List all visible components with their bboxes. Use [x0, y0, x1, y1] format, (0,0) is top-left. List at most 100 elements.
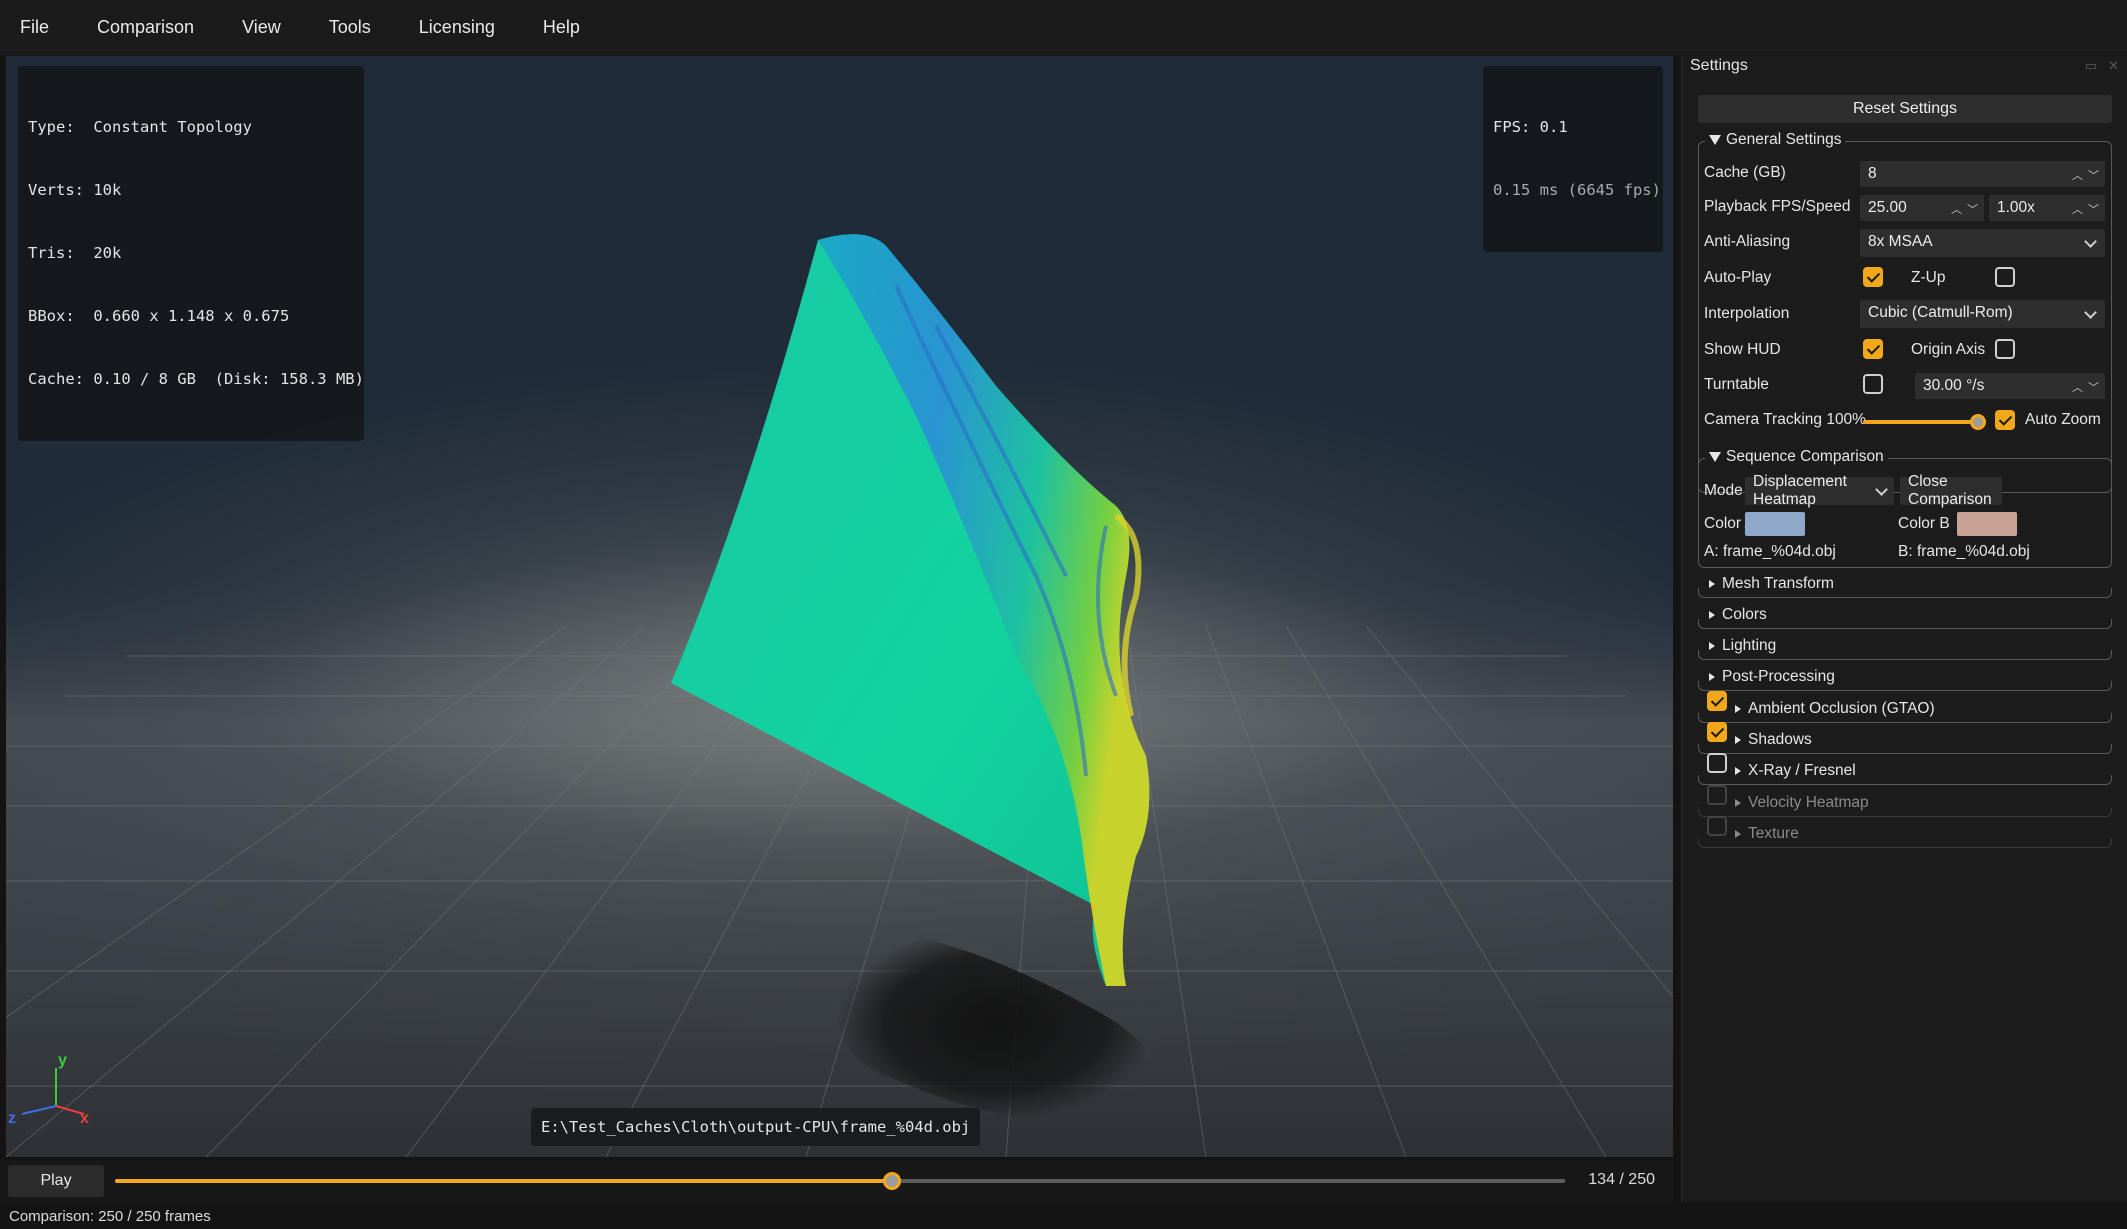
- close-icon[interactable]: ✕: [2108, 58, 2119, 74]
- timeline-handle[interactable]: [883, 1172, 902, 1190]
- zup-checkbox[interactable]: [1995, 267, 2015, 287]
- ao-header[interactable]: Ambient Occlusion (GTAO): [1731, 700, 1939, 718]
- axis-z-label: z: [8, 1110, 16, 1127]
- turntable-checkbox[interactable]: [1863, 374, 1883, 394]
- aa-select[interactable]: 8x MSAA: [1860, 229, 2105, 257]
- menu-help[interactable]: Help: [543, 17, 580, 38]
- chevron-down-icon: [2084, 235, 2097, 248]
- close-comparison-button[interactable]: Close Comparison: [1900, 473, 2002, 508]
- hud-verts: Verts: 10k: [28, 181, 122, 199]
- xray-section: X-Ray / Fresnel: [1698, 753, 2112, 785]
- post-processing-section: Post-Processing: [1698, 668, 2112, 691]
- autoplay-label: Auto-Play: [1704, 269, 1772, 286]
- sequence-comparison-header[interactable]: Sequence Comparison: [1705, 448, 1888, 466]
- shadows-checkbox[interactable]: [1707, 722, 1727, 742]
- decrement-icon[interactable]: ﹀: [2088, 201, 2099, 217]
- texture-header: Texture: [1731, 825, 1803, 843]
- decrement-icon[interactable]: ﹀: [2088, 167, 2099, 183]
- decrement-icon[interactable]: ﹀: [2088, 379, 2099, 395]
- turntable-label: Turntable: [1704, 376, 1769, 393]
- color-b-label: Color B: [1898, 515, 1950, 532]
- menu-bar: File Comparison View Tools Licensing Hel…: [0, 0, 2127, 55]
- xray-header[interactable]: X-Ray / Fresnel: [1731, 762, 1860, 780]
- shadows-header[interactable]: Shadows: [1731, 731, 1816, 749]
- status-bar: Comparison: 250 / 250 frames: [0, 1202, 2127, 1229]
- cache-label: Cache (GB): [1704, 164, 1786, 181]
- frame-counter: 134 / 250: [1588, 1171, 1655, 1188]
- fps-hud: FPS: 0.1 0.15 ms (6645 fps): [1483, 66, 1663, 252]
- expand-icon: [1735, 736, 1741, 744]
- show-hud-label: Show HUD: [1704, 341, 1781, 358]
- expand-icon: [1735, 705, 1741, 713]
- speed-input[interactable]: 1.00x ︿ ﹀: [1989, 195, 2105, 221]
- velocity-heatmap-section: Velocity Heatmap: [1698, 785, 2112, 817]
- slider-handle[interactable]: [1970, 414, 1986, 430]
- hud-cache: Cache: 0.10 / 8 GB (Disk: 158.3 MB): [28, 370, 364, 388]
- expand-icon: [1735, 830, 1741, 838]
- show-hud-checkbox[interactable]: [1863, 339, 1883, 359]
- chevron-down-icon: [2084, 306, 2097, 319]
- hud-type: Type: Constant Topology: [28, 118, 252, 136]
- expand-icon: [1709, 642, 1715, 650]
- file-path-label: E:\Test_Caches\Cloth\output-CPU\frame_%0…: [531, 1108, 981, 1146]
- interpolation-select[interactable]: Cubic (Catmull-Rom): [1860, 300, 2105, 328]
- velocity-heatmap-header: Velocity Heatmap: [1731, 794, 1873, 812]
- interpolation-label: Interpolation: [1704, 305, 1790, 322]
- aa-label: Anti-Aliasing: [1704, 233, 1791, 250]
- general-settings-header[interactable]: General Settings: [1705, 131, 1846, 149]
- reset-settings-button[interactable]: Reset Settings: [1698, 95, 2112, 123]
- timeline-bar: Play 134 / 250: [0, 1160, 1673, 1202]
- menu-view[interactable]: View: [242, 17, 281, 38]
- post-processing-header[interactable]: Post-Processing: [1705, 668, 1839, 686]
- status-text: Comparison: 250 / 250 frames: [9, 1208, 211, 1225]
- mode-select[interactable]: Displacement Heatmap: [1745, 473, 1894, 508]
- increment-icon[interactable]: ︿: [2072, 379, 2083, 395]
- auto-zoom-checkbox[interactable]: [1995, 410, 2015, 430]
- menu-comparison[interactable]: Comparison: [97, 17, 194, 38]
- file-a-label: A: frame_%04d.obj: [1704, 543, 1836, 560]
- sequence-comparison-group: Sequence Comparison Mode Displacement He…: [1698, 448, 2112, 568]
- slider-fill: [1863, 420, 1978, 424]
- play-button[interactable]: Play: [8, 1165, 104, 1197]
- increment-icon[interactable]: ︿: [2072, 167, 2083, 183]
- menu-licensing[interactable]: Licensing: [419, 17, 495, 38]
- stats-hud: Type: Constant Topology Verts: 10k Tris:…: [18, 66, 364, 441]
- fps-input[interactable]: 25.00 ︿ ﹀: [1860, 195, 1984, 221]
- file-b-label: B: frame_%04d.obj: [1898, 543, 2030, 560]
- color-b-swatch[interactable]: [1957, 512, 2017, 536]
- turntable-speed-input[interactable]: 30.00 °/s ︿ ﹀: [1915, 373, 2105, 399]
- settings-panel: Settings ▭ ✕ Reset Settings General Sett…: [1681, 56, 2127, 1202]
- increment-icon[interactable]: ︿: [1951, 201, 1962, 217]
- menu-file[interactable]: File: [20, 17, 49, 38]
- xray-checkbox[interactable]: [1707, 753, 1727, 773]
- colors-section: Colors: [1698, 606, 2112, 629]
- camera-tracking-label: Camera Tracking 100%: [1704, 411, 1866, 428]
- expand-icon: [1709, 611, 1715, 619]
- decrement-icon[interactable]: ﹀: [1967, 201, 1978, 217]
- expand-icon: [1709, 580, 1715, 588]
- origin-axis-checkbox[interactable]: [1995, 339, 2015, 359]
- undock-icon[interactable]: ▭: [2085, 58, 2097, 74]
- menu-tools[interactable]: Tools: [329, 17, 371, 38]
- camera-tracking-slider[interactable]: [1863, 414, 1986, 430]
- 3d-viewport[interactable]: Type: Constant Topology Verts: 10k Tris:…: [6, 56, 1673, 1157]
- lighting-header[interactable]: Lighting: [1705, 637, 1781, 655]
- texture-checkbox: [1707, 816, 1727, 836]
- increment-icon[interactable]: ︿: [2072, 201, 2083, 217]
- expand-icon: [1735, 799, 1741, 807]
- hud-bbox: BBox: 0.660 x 1.148 x 0.675: [28, 307, 290, 325]
- zup-label: Z-Up: [1911, 269, 1946, 286]
- autoplay-checkbox[interactable]: [1863, 267, 1883, 287]
- timeline-scrubber[interactable]: [115, 1172, 1565, 1190]
- colors-header[interactable]: Colors: [1705, 606, 1771, 624]
- ao-checkbox[interactable]: [1707, 691, 1727, 711]
- playback-label: Playback FPS/Speed: [1704, 198, 1851, 215]
- cache-input[interactable]: 8 ︿ ﹀: [1860, 161, 2105, 187]
- frame-time-readout: 0.15 ms (6645 fps): [1493, 181, 1661, 199]
- hud-tris: Tris: 20k: [28, 244, 122, 262]
- color-a-swatch[interactable]: [1745, 512, 1805, 536]
- mesh-transform-header[interactable]: Mesh Transform: [1705, 575, 1838, 593]
- velocity-heatmap-checkbox: [1707, 785, 1727, 805]
- collapse-icon: [1709, 135, 1721, 145]
- expand-icon: [1735, 767, 1741, 775]
